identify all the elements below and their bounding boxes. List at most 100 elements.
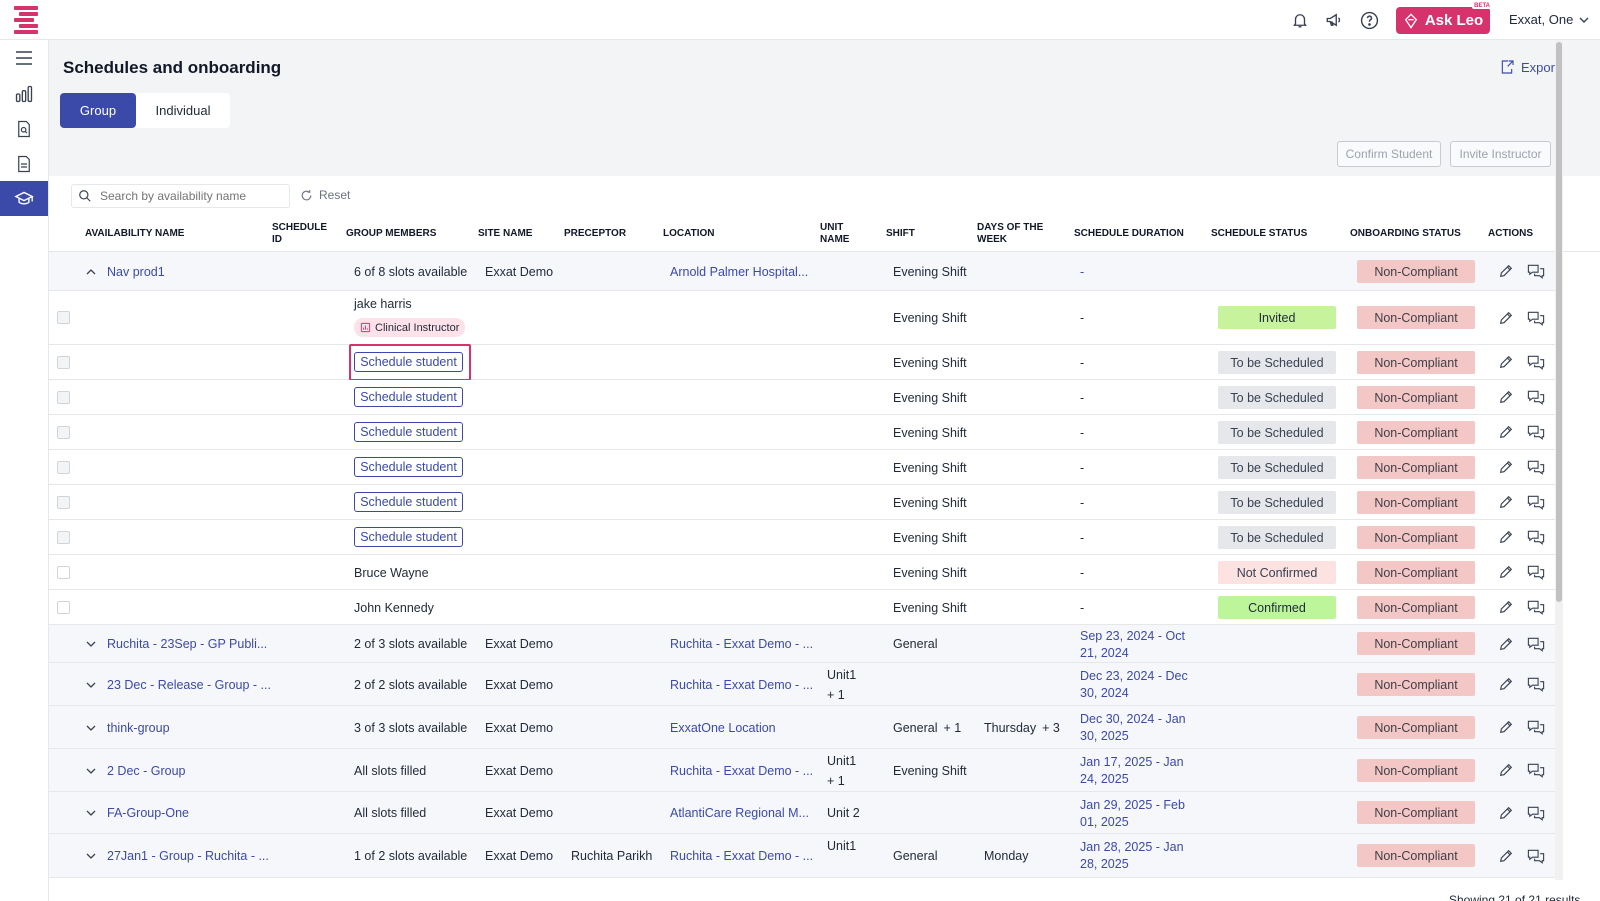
col-schedule-id[interactable]: SCHEDULE ID bbox=[272, 216, 332, 252]
availability-name[interactable]: 23 Dec - Release - Group - ... bbox=[107, 663, 271, 706]
availability-name[interactable]: 2 Dec - Group bbox=[107, 749, 186, 792]
schedule-student-button[interactable]: Schedule student bbox=[354, 352, 463, 372]
comment-icon[interactable] bbox=[1527, 635, 1545, 653]
chevron-down-icon[interactable] bbox=[85, 850, 97, 862]
chevron-down-icon[interactable] bbox=[85, 722, 97, 734]
scrollbar-thumb[interactable] bbox=[1556, 42, 1562, 602]
row-checkbox[interactable] bbox=[57, 311, 70, 324]
comment-icon[interactable] bbox=[1527, 675, 1545, 693]
row-checkbox[interactable] bbox=[57, 566, 70, 579]
schedule-student-button[interactable]: Schedule student bbox=[354, 527, 463, 547]
chevron-down-icon[interactable] bbox=[85, 807, 97, 819]
edit-icon[interactable] bbox=[1497, 423, 1515, 441]
row-checkbox[interactable] bbox=[57, 531, 70, 544]
unit-more[interactable]: + 1 bbox=[827, 687, 845, 703]
confirm-student-button[interactable]: Confirm Student bbox=[1337, 141, 1441, 167]
edit-icon[interactable] bbox=[1497, 528, 1515, 546]
availability-name[interactable]: think-group bbox=[107, 706, 170, 749]
edit-icon[interactable] bbox=[1497, 262, 1515, 280]
col-unit-name[interactable]: UNIT NAME bbox=[820, 216, 860, 252]
comment-icon[interactable] bbox=[1527, 493, 1545, 511]
row-checkbox[interactable] bbox=[57, 601, 70, 614]
comment-icon[interactable] bbox=[1527, 804, 1545, 822]
table-row[interactable]: Schedule student Evening Shift - To be S… bbox=[49, 415, 1556, 450]
table-row[interactable]: Schedule student Evening Shift - To be S… bbox=[49, 485, 1556, 520]
row-checkbox[interactable] bbox=[57, 356, 70, 369]
location[interactable]: Ruchita - Exxat Demo - ... bbox=[670, 834, 813, 877]
invite-instructor-button[interactable]: Invite Instructor bbox=[1450, 141, 1551, 167]
table-row[interactable]: Schedule student Evening Shift - To be S… bbox=[49, 380, 1556, 415]
search-input[interactable] bbox=[100, 189, 280, 203]
table-row[interactable]: Schedule student Evening Shift - To be S… bbox=[49, 344, 1556, 381]
schedule-student-button[interactable]: Schedule student bbox=[354, 387, 463, 407]
table-row[interactable]: 27Jan1 - Group - Ruchita - ... 1 of 2 sl… bbox=[49, 834, 1556, 878]
analytics-icon[interactable] bbox=[0, 76, 48, 111]
edit-icon[interactable] bbox=[1497, 458, 1515, 476]
comment-icon[interactable] bbox=[1527, 563, 1545, 581]
schedule-student-button[interactable]: Schedule student bbox=[354, 457, 463, 477]
chevron-down-icon[interactable] bbox=[85, 638, 97, 650]
edit-icon[interactable] bbox=[1497, 309, 1515, 327]
edit-icon[interactable] bbox=[1497, 804, 1515, 822]
col-availability-name[interactable]: AVAILABILITY NAME bbox=[85, 216, 184, 252]
chevron-up-icon[interactable] bbox=[85, 266, 97, 278]
graduation-cap-icon[interactable] bbox=[0, 181, 48, 216]
col-preceptor[interactable]: PRECEPTOR bbox=[564, 216, 626, 252]
edit-icon[interactable] bbox=[1497, 718, 1515, 736]
availability-name[interactable]: Ruchita - 23Sep - GP Publi... bbox=[107, 625, 267, 663]
table-row[interactable]: Nav prod1 6 of 8 slots available Exxat D… bbox=[49, 252, 1556, 291]
comment-icon[interactable] bbox=[1527, 309, 1545, 327]
edit-icon[interactable] bbox=[1497, 847, 1515, 865]
col-schedule-duration[interactable]: SCHEDULE DURATION bbox=[1074, 216, 1184, 252]
comment-icon[interactable] bbox=[1527, 423, 1545, 441]
edit-icon[interactable] bbox=[1497, 598, 1515, 616]
user-menu[interactable]: Exxat, One bbox=[1509, 12, 1589, 27]
comment-icon[interactable] bbox=[1527, 388, 1545, 406]
edit-icon[interactable] bbox=[1497, 388, 1515, 406]
table-row[interactable]: John Kennedy Evening Shift - Confirmed N… bbox=[49, 590, 1556, 625]
location[interactable]: Ruchita - Exxat Demo - ... bbox=[670, 749, 813, 792]
tab-individual[interactable]: Individual bbox=[136, 93, 230, 128]
location[interactable]: ExxatOne Location bbox=[670, 706, 776, 749]
comment-icon[interactable] bbox=[1527, 761, 1545, 779]
shift-more[interactable]: + 1 bbox=[943, 721, 961, 735]
comment-icon[interactable] bbox=[1527, 598, 1545, 616]
document-search-icon[interactable] bbox=[0, 111, 48, 146]
bell-icon[interactable] bbox=[1288, 8, 1312, 32]
megaphone-icon[interactable] bbox=[1322, 8, 1346, 32]
help-icon[interactable] bbox=[1357, 8, 1381, 32]
edit-icon[interactable] bbox=[1497, 353, 1515, 371]
edit-icon[interactable] bbox=[1497, 493, 1515, 511]
comment-icon[interactable] bbox=[1527, 718, 1545, 736]
col-group-members[interactable]: GROUP MEMBERS bbox=[346, 216, 436, 252]
availability-name[interactable]: 27Jan1 - Group - Ruchita - ... bbox=[107, 834, 269, 877]
table-row[interactable]: FA-Group-One All slots filled Exxat Demo… bbox=[49, 792, 1556, 834]
schedule-student-button[interactable]: Schedule student bbox=[354, 492, 463, 512]
reset-button[interactable]: Reset bbox=[300, 188, 350, 202]
location[interactable]: AtlantiCare Regional M... bbox=[670, 792, 809, 834]
tab-group[interactable]: Group bbox=[60, 93, 136, 128]
row-checkbox[interactable] bbox=[57, 426, 70, 439]
row-checkbox[interactable] bbox=[57, 461, 70, 474]
location[interactable]: Arnold Palmer Hospital... bbox=[670, 252, 808, 291]
comment-icon[interactable] bbox=[1527, 262, 1545, 280]
table-row[interactable]: Ruchita - 23Sep - GP Publi... 2 of 3 slo… bbox=[49, 625, 1556, 663]
location[interactable]: Ruchita - Exxat Demo - ... bbox=[670, 625, 813, 663]
comment-icon[interactable] bbox=[1527, 353, 1545, 371]
comment-icon[interactable] bbox=[1527, 458, 1545, 476]
comment-icon[interactable] bbox=[1527, 528, 1545, 546]
col-location[interactable]: LOCATION bbox=[663, 216, 714, 252]
schedule-student-button[interactable]: Schedule student bbox=[354, 422, 463, 442]
chevron-down-icon[interactable] bbox=[85, 679, 97, 691]
unit-more[interactable]: + 1 bbox=[827, 773, 845, 789]
table-row[interactable]: Bruce Wayne Evening Shift - Not Confirme… bbox=[49, 555, 1556, 590]
availability-name[interactable]: Nav prod1 bbox=[107, 252, 165, 291]
table-row[interactable]: 2 Dec - Group All slots filled Exxat Dem… bbox=[49, 749, 1556, 792]
edit-icon[interactable] bbox=[1497, 675, 1515, 693]
chevron-down-icon[interactable] bbox=[85, 765, 97, 777]
table-row[interactable]: think-group 3 of 3 slots available Exxat… bbox=[49, 706, 1556, 749]
table-row[interactable]: Schedule student Evening Shift - To be S… bbox=[49, 450, 1556, 485]
table-row[interactable]: Schedule student Evening Shift - To be S… bbox=[49, 520, 1556, 555]
edit-icon[interactable] bbox=[1497, 635, 1515, 653]
location[interactable]: Ruchita - Exxat Demo - ... bbox=[670, 663, 813, 706]
